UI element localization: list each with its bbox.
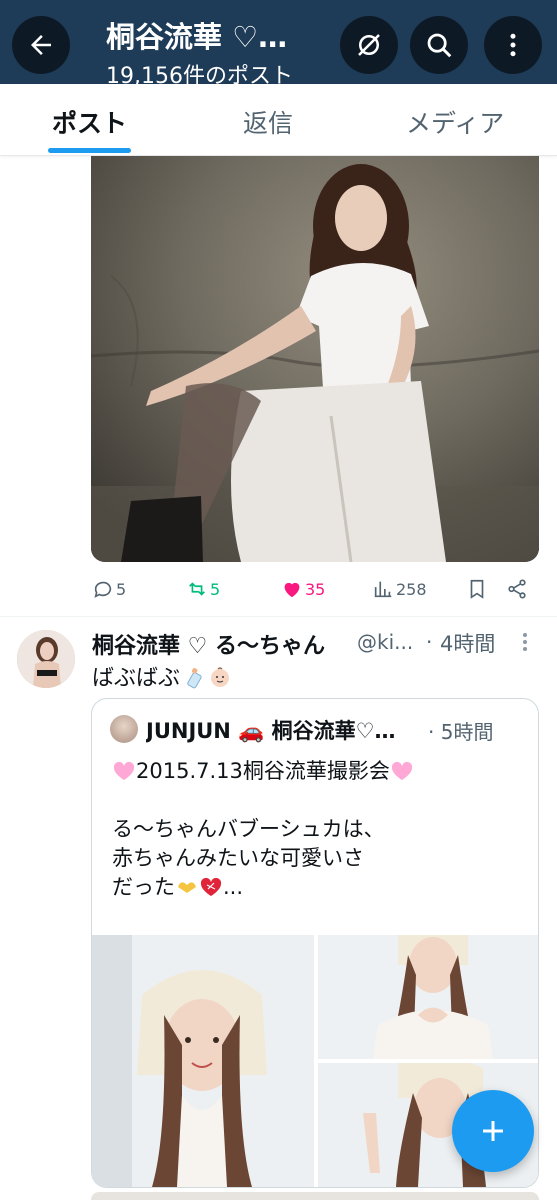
post-author-handle[interactable]: @ki... bbox=[357, 630, 413, 654]
baby-bottle-icon bbox=[187, 668, 202, 689]
reply-button[interactable]: 5 bbox=[92, 578, 126, 600]
quoted-meta-separator: · bbox=[428, 720, 435, 744]
quoted-ellipsis: ... bbox=[223, 875, 244, 899]
post-time[interactable]: 4時間 bbox=[440, 628, 495, 658]
quoted-author-name[interactable]: JUNJUN 🚗 桐谷流華♡… bbox=[146, 715, 424, 745]
bookmark-button[interactable] bbox=[466, 578, 488, 600]
quoted-line-4-text: だった bbox=[112, 875, 175, 899]
baby-face-icon bbox=[211, 667, 230, 687]
like-button[interactable]: 35 bbox=[281, 578, 325, 600]
quoted-time: · 5時間 bbox=[428, 716, 493, 745]
photo-woman-sitting bbox=[91, 156, 539, 562]
repost-button[interactable]: 5 bbox=[186, 578, 220, 600]
heart-filled-icon bbox=[284, 582, 300, 598]
post-image[interactable] bbox=[91, 156, 539, 562]
post-author-name[interactable]: 桐谷流華 ♡ る〜ちゃん bbox=[92, 628, 325, 660]
quoted-time-value: 5時間 bbox=[440, 720, 494, 744]
compose-button[interactable] bbox=[452, 1090, 534, 1172]
more-button[interactable] bbox=[484, 16, 542, 74]
avatar-photo bbox=[17, 630, 75, 688]
quoted-image-2[interactable] bbox=[318, 935, 538, 1059]
post-text: ばぶばぶ bbox=[92, 660, 232, 692]
heart-hands-icon bbox=[178, 882, 196, 893]
post-count: 19,156件のポスト bbox=[106, 64, 293, 84]
post-text-content: ばぶばぶ bbox=[92, 666, 181, 691]
profile-header: 桐谷流華 ♡… 19,156件のポスト bbox=[0, 0, 557, 84]
quoted-blank-line bbox=[112, 786, 532, 815]
quoted-line-1: 2015.7.13桐谷流華撮影会 bbox=[112, 757, 532, 786]
back-button[interactable] bbox=[12, 16, 70, 74]
quoted-line-2: る〜ちゃんバブーシュカは、 bbox=[112, 817, 385, 841]
bookmark-icon bbox=[470, 579, 484, 599]
next-post-preview bbox=[91, 1192, 539, 1200]
hide-button[interactable] bbox=[340, 16, 398, 74]
pink-heart-icon bbox=[391, 761, 412, 780]
pink-heart-icon bbox=[113, 761, 135, 780]
avatar[interactable] bbox=[17, 630, 75, 688]
active-tab-indicator bbox=[48, 148, 131, 153]
meta-separator: · bbox=[426, 630, 433, 654]
tab-replies[interactable]: 返信 bbox=[243, 104, 293, 140]
quoted-line-3: 赤ちゃんみたいな可愛いさ bbox=[112, 846, 364, 870]
view-count: 258 bbox=[396, 579, 427, 599]
search-icon bbox=[427, 33, 452, 58]
reply-count: 5 bbox=[116, 579, 127, 599]
quoted-avatar[interactable] bbox=[110, 715, 138, 743]
quoted-line-1-text: 2015.7.13桐谷流華撮影会 bbox=[136, 759, 390, 783]
quoted-line-4: だった... bbox=[112, 873, 532, 902]
photo-babushka-1 bbox=[92, 935, 314, 1187]
profile-tabs: ポスト 返信 メディア bbox=[0, 84, 557, 156]
tab-media[interactable]: メディア bbox=[406, 104, 504, 140]
quoted-image-1[interactable] bbox=[92, 935, 314, 1187]
quoted-text: 2015.7.13桐谷流華撮影会 る〜ちゃんバブーシュカは、 赤ちゃんみたいな可… bbox=[112, 757, 532, 902]
analytics-icon bbox=[374, 581, 392, 598]
repost-count: 5 bbox=[210, 579, 221, 599]
plus-icon bbox=[483, 1121, 503, 1141]
reply-icon bbox=[94, 581, 112, 598]
share-icon bbox=[508, 579, 526, 599]
eye-off-icon bbox=[358, 34, 380, 56]
photo-babushka-2 bbox=[318, 935, 538, 1059]
more-vertical-icon bbox=[510, 33, 516, 57]
share-button[interactable] bbox=[506, 578, 528, 600]
post-divider bbox=[0, 616, 557, 617]
like-count: 35 bbox=[305, 579, 326, 599]
repost-icon bbox=[189, 582, 205, 596]
views-button[interactable]: 258 bbox=[372, 578, 427, 600]
arrow-left-icon bbox=[31, 35, 51, 55]
search-button[interactable] bbox=[410, 16, 468, 74]
post-more-icon[interactable] bbox=[514, 630, 536, 654]
mending-heart-icon bbox=[200, 877, 222, 896]
profile-name: 桐谷流華 ♡… bbox=[106, 20, 288, 54]
tab-posts[interactable]: ポスト bbox=[52, 104, 127, 140]
